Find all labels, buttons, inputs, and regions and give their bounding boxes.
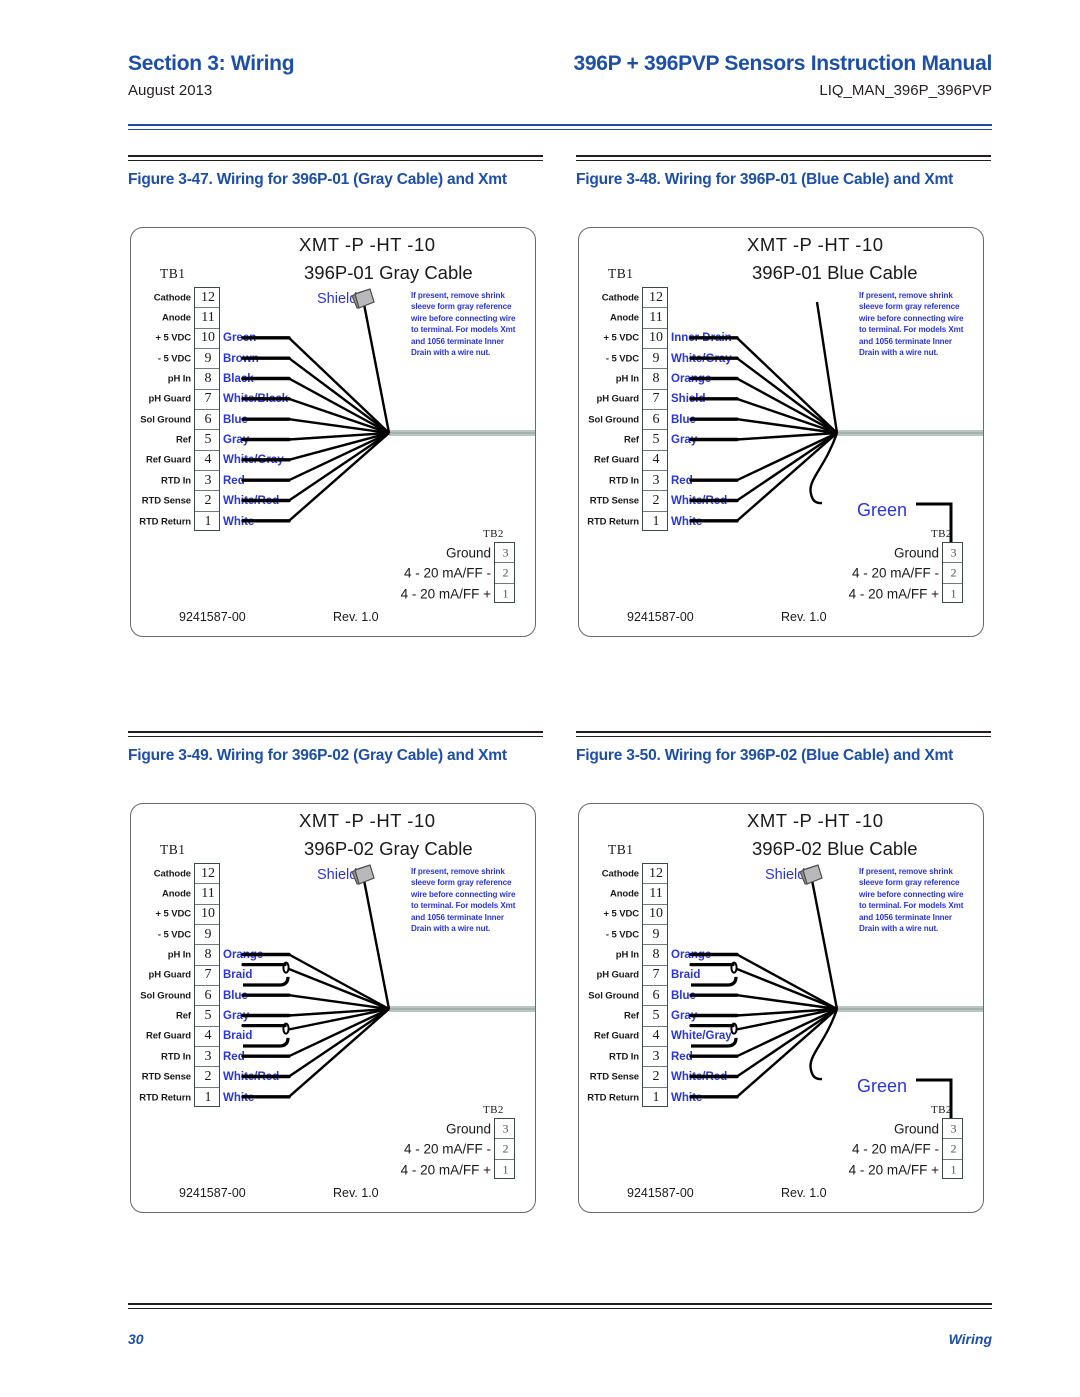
caption-divider xyxy=(128,731,543,733)
publication-date: August 2013 xyxy=(128,82,213,99)
header-divider xyxy=(128,124,992,126)
wiring-diagram-panel: XMT -P -HT -10 396P-01 Blue Cable TB1 Catho… xyxy=(578,227,984,637)
figure-caption-block: Figure 3-49. Wiring for 396P-02 (Gray Ca… xyxy=(128,731,548,767)
header-divider-thin xyxy=(128,129,992,130)
caption-divider xyxy=(576,731,991,733)
figure-caption-block: Figure 3-48. Wiring for 396P-01 (Blue Ca… xyxy=(576,155,996,191)
figure-caption: Figure 3-50. Wiring for 396P-02 (Blue Ca… xyxy=(576,747,954,764)
wiring-diagram-panel: XMT -P -HT -10 396P-02 Gray Cable TB1 Catho… xyxy=(130,803,536,1213)
figure-caption-block: Figure 3-50. Wiring for 396P-02 (Blue Ca… xyxy=(576,731,996,767)
footer-divider-thin xyxy=(128,1308,992,1309)
figure-caption: Figure 3-47. Wiring for 396P-01 (Gray Ca… xyxy=(128,171,507,188)
manual-title: 396P + 396PVP Sensors Instruction Manual xyxy=(573,52,993,75)
caption-divider-thin xyxy=(128,160,543,161)
caption-divider-thin xyxy=(128,736,543,737)
caption-divider-thin xyxy=(576,160,991,161)
document-code: LIQ_MAN_396P_396PVP xyxy=(819,82,992,99)
page-header: Section 3: Wiring August 2013 396P + 396… xyxy=(128,52,992,124)
footer-section-label: Wiring xyxy=(948,1331,992,1347)
figure-caption-block: Figure 3-47. Wiring for 396P-01 (Gray Ca… xyxy=(128,155,548,191)
footer-divider xyxy=(128,1303,992,1305)
page-number: 30 xyxy=(128,1331,144,1347)
wire-harness-graphic xyxy=(689,864,983,1118)
section-title: Section 3: Wiring xyxy=(128,52,295,75)
figure-caption: Figure 3-49. Wiring for 396P-02 (Gray Ca… xyxy=(128,747,507,764)
caption-divider-thin xyxy=(576,736,991,737)
wire-harness-graphic xyxy=(241,864,535,1099)
caption-divider xyxy=(128,155,543,157)
figure-caption: Figure 3-48. Wiring for 396P-01 (Blue Ca… xyxy=(576,171,954,188)
wiring-diagram-panel: XMT -P -HT -10 396P-01 Gray Cable TB1 Catho… xyxy=(130,227,536,637)
wire-harness-graphic xyxy=(241,288,535,523)
wire-harness-graphic xyxy=(689,301,983,542)
wiring-diagram-panel: XMT -P -HT -10 396P-02 Blue Cable TB1 Catho… xyxy=(578,803,984,1213)
manual-page: Section 3: Wiring August 2013 396P + 396… xyxy=(0,0,1080,1397)
caption-divider xyxy=(576,155,991,157)
